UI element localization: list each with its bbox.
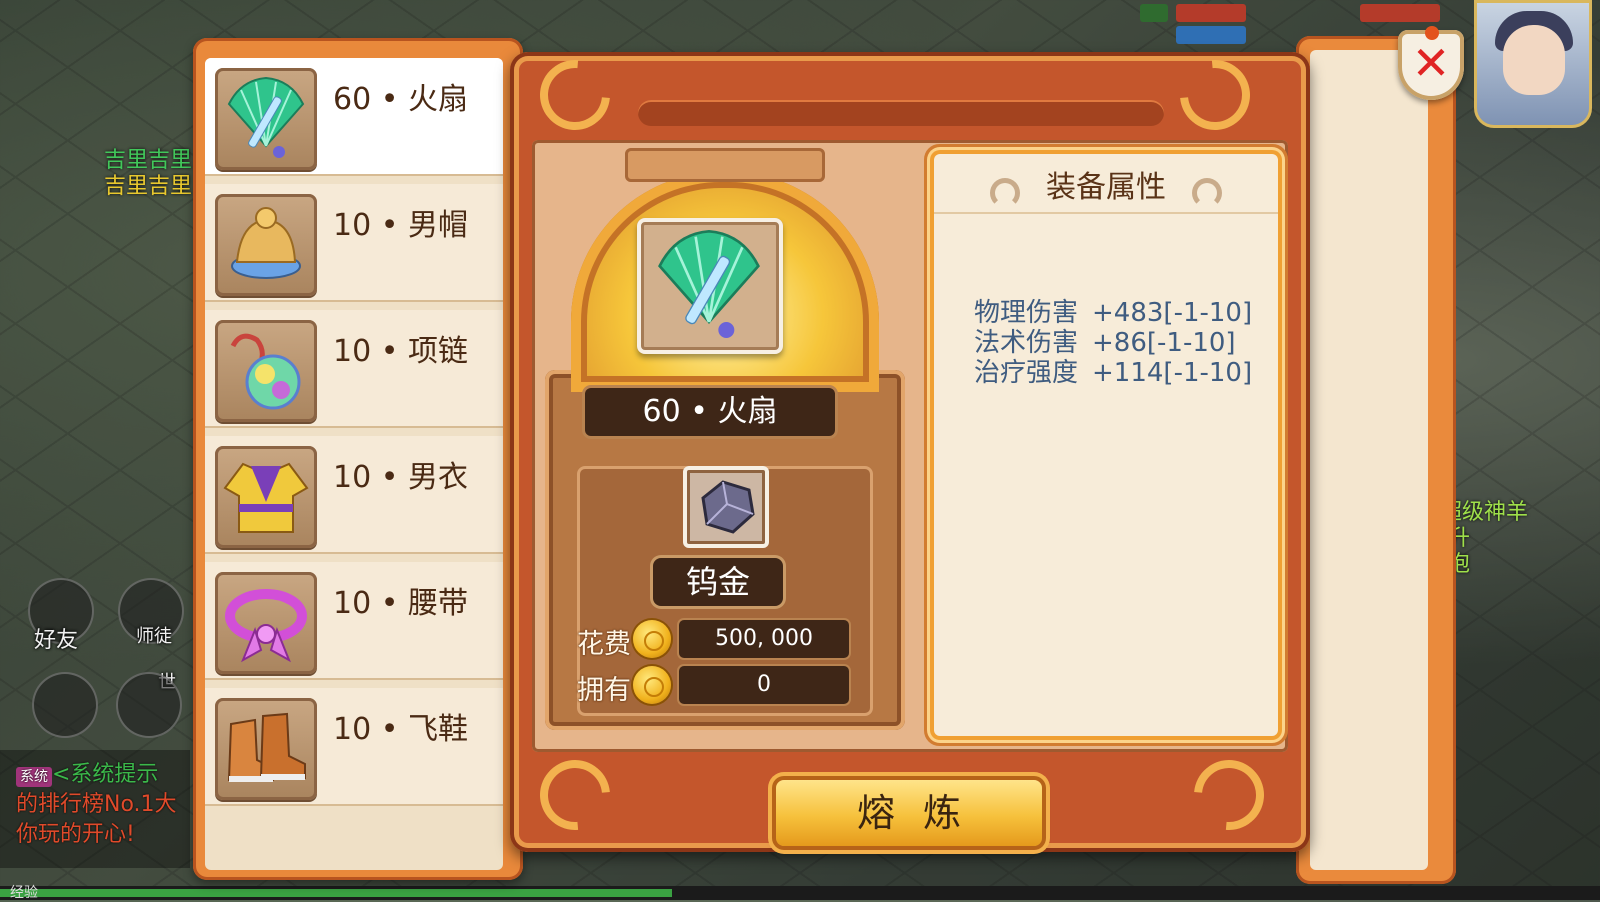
cloud-ornament-icon [1192, 178, 1222, 208]
list-item-label: 10 • 腰带 [333, 586, 468, 621]
side-panel-inner [1310, 50, 1428, 870]
list-item[interactable]: 10 • 男帽 [205, 184, 503, 302]
cloud-ornament-icon [990, 178, 1020, 208]
friends-label: 好友 [34, 628, 79, 653]
belt-icon [215, 572, 317, 674]
selected-item-name: 60 • 火扇 [585, 388, 835, 436]
attribute-header: 装备属性 [934, 164, 1278, 214]
master-label: 师徒 [136, 626, 172, 647]
side-panel [1296, 36, 1456, 884]
arch-crest [625, 148, 825, 182]
close-button[interactable]: ✕ [1398, 30, 1464, 100]
gem-ornament [1425, 26, 1439, 40]
selected-item-slot[interactable] [637, 218, 783, 354]
list-item-label: 10 • 项链 [333, 334, 468, 369]
chat-log[interactable]: 系统 <系统提示 的排行榜No.1大 你玩的开心! [0, 750, 190, 868]
list-item[interactable]: 60 • 火扇 [205, 58, 503, 176]
attribute-title: 装备属性 [1046, 170, 1166, 205]
system-tag: 系统 [16, 767, 52, 787]
chat-line: 你玩的开心! [16, 822, 135, 847]
equipment-list[interactable]: 60 • 火扇 10 • 男帽 10 • 项链 10 • 男衣 10 • 腰带 … [205, 58, 503, 870]
close-icon: ✕ [1411, 36, 1451, 90]
hp-bar [1176, 4, 1246, 22]
npc-name-label-2: 吉里吉里 [104, 174, 193, 199]
experience-bar: 经验 [0, 885, 1600, 901]
list-item[interactable]: 10 • 男衣 [205, 436, 503, 554]
cost-label: 花费 [577, 629, 631, 660]
robe-icon [215, 446, 317, 548]
equipment-list-panel: 60 • 火扇 10 • 男帽 10 • 项链 10 • 男衣 10 • 腰带 … [193, 38, 523, 880]
necklace-icon [215, 320, 317, 422]
list-item-label: 10 • 飞鞋 [333, 712, 468, 747]
list-item-label: 60 • 火扇 [333, 82, 468, 117]
smelt-button[interactable]: 熔炼 [776, 780, 1042, 846]
owned-label: 拥有 [577, 675, 631, 706]
fan-icon [215, 68, 317, 170]
player-avatar[interactable] [1474, 0, 1592, 128]
mp-bar [1176, 26, 1246, 44]
list-item-label: 10 • 男衣 [333, 460, 468, 495]
attribute-line: 法术伤害 +86[-1-10] [974, 328, 1236, 358]
pet-hp-bar [1360, 4, 1440, 22]
cost-row: 花费 500, 000 [577, 620, 877, 660]
attribute-panel: 装备属性 物理伤害 +483[-1-10] 法术伤害 +86[-1-10] 治疗强度… [934, 154, 1278, 736]
owned-value: 0 [679, 666, 849, 704]
microphone-icon[interactable] [116, 672, 182, 738]
list-item[interactable]: 10 • 项链 [205, 310, 503, 428]
hud-indicator [1140, 4, 1168, 22]
boots-icon [215, 698, 317, 800]
material-name: 钨金 [653, 558, 783, 606]
gold-coin-icon [633, 620, 671, 658]
chat-bubble-icon[interactable] [32, 672, 98, 738]
chat-line: <系统提示 [52, 762, 159, 787]
experience-fill [0, 889, 672, 897]
owned-row: 拥有 0 [577, 666, 877, 706]
gold-coin-icon [633, 666, 671, 704]
attribute-line: 物理伤害 +483[-1-10] [974, 298, 1253, 328]
cost-value: 500, 000 [679, 620, 849, 658]
hat-icon [215, 194, 317, 296]
list-item[interactable]: 10 • 飞鞋 [205, 688, 503, 806]
list-item[interactable]: 10 • 腰带 [205, 562, 503, 680]
list-item-label: 10 • 男帽 [333, 208, 468, 243]
smelting-altar: 60 • 火扇 钨金 花费 500, 000 拥有 0 [545, 148, 905, 738]
material-slot[interactable] [683, 466, 769, 548]
experience-label: 经验 [10, 885, 38, 901]
title-slot [638, 100, 1164, 126]
attribute-line: 治疗强度 +114[-1-10] [974, 358, 1253, 388]
chat-line: 的排行榜No.1大 [16, 792, 177, 817]
